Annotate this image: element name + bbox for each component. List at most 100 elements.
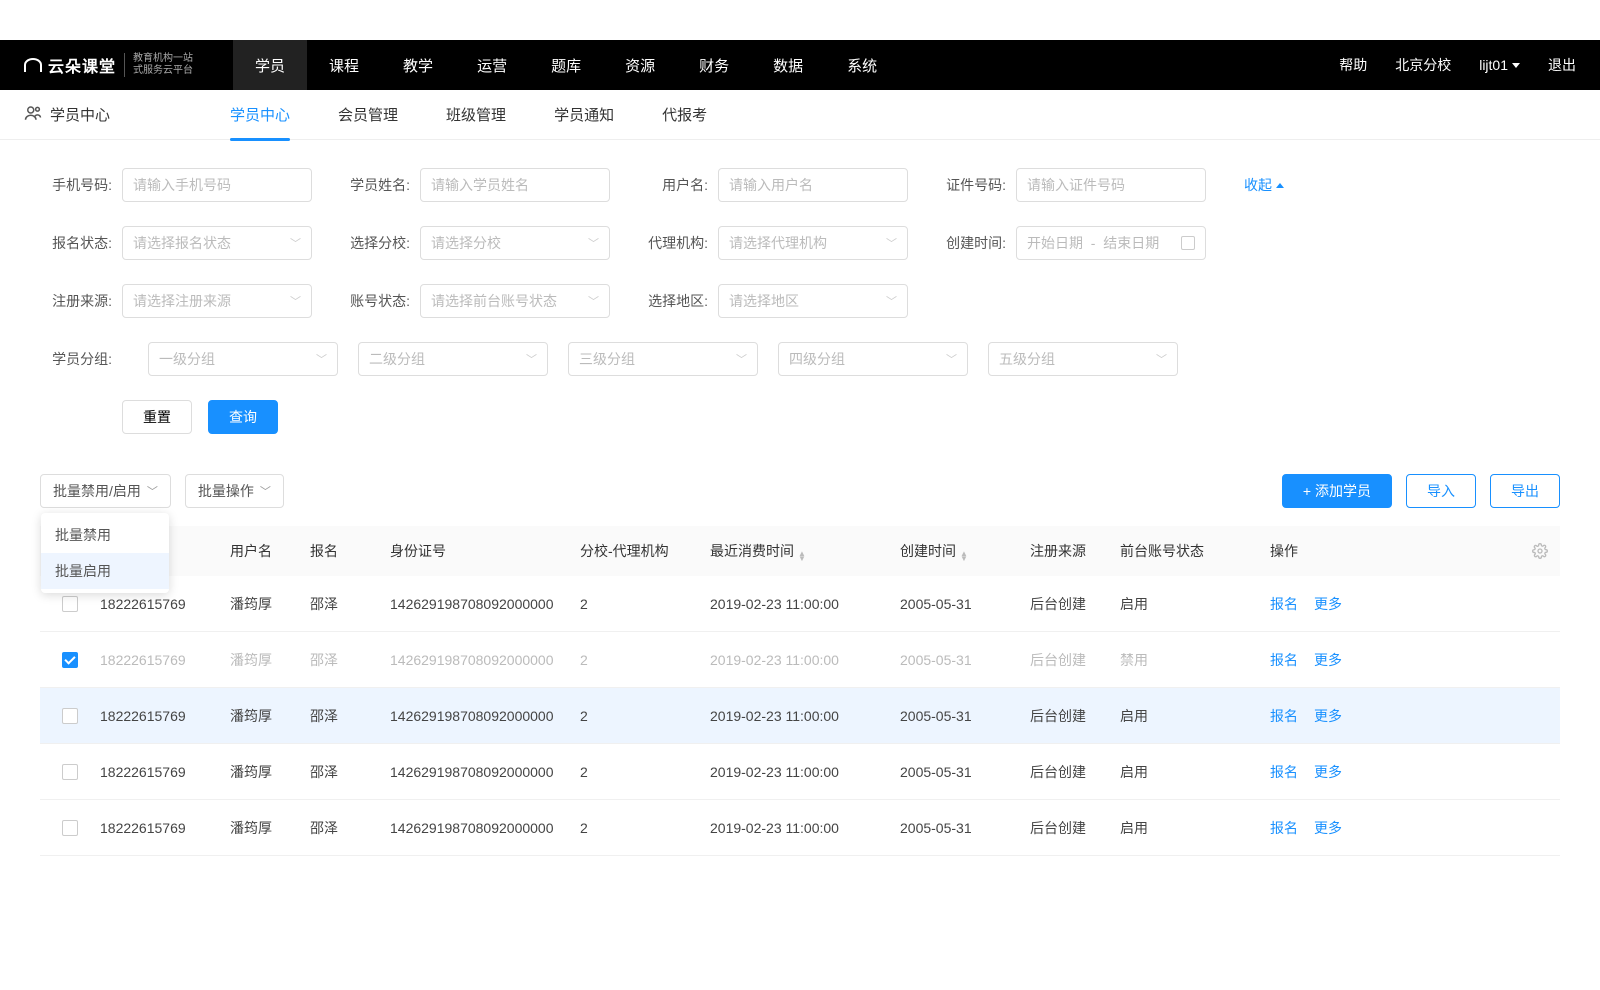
- region-label: 选择地区:: [636, 291, 708, 311]
- cell-source: 后台创建: [1030, 818, 1120, 838]
- cell-reg: 邵泽: [310, 762, 390, 782]
- add-student-button[interactable]: + 添加学员: [1282, 474, 1392, 508]
- sort-icon: ▲▼: [960, 551, 968, 561]
- topnav-item-3[interactable]: 运营: [455, 40, 529, 90]
- table-row[interactable]: 18222615769潘筠厚邵泽142629198708092000000220…: [40, 800, 1560, 856]
- chevron-down-icon: ﹀: [526, 351, 537, 367]
- cell-created: 2005-05-31: [900, 596, 1030, 612]
- cell-phone: 18222615769: [100, 708, 230, 724]
- caret-down-icon: [1512, 63, 1520, 68]
- chevron-down-icon: ﹀: [290, 235, 301, 251]
- username-label: 用户名:: [636, 175, 708, 195]
- row-more-link[interactable]: 更多: [1314, 596, 1342, 612]
- row-checkbox[interactable]: [62, 596, 78, 612]
- cell-phone: 18222615769: [100, 596, 230, 612]
- group-label: 学员分组:: [40, 349, 112, 369]
- topnav-item-0[interactable]: 学员: [233, 40, 307, 90]
- phone-label: 手机号码:: [40, 175, 112, 195]
- name-input[interactable]: [420, 168, 610, 202]
- topnav-item-2[interactable]: 教学: [381, 40, 455, 90]
- cell-reg: 邵泽: [310, 818, 390, 838]
- table-row[interactable]: 18222615769潘筠厚邵泽142629198708092000000220…: [40, 688, 1560, 744]
- branch-label[interactable]: 北京分校: [1395, 55, 1451, 75]
- search-button[interactable]: 查询: [208, 400, 278, 434]
- cell-user: 潘筠厚: [230, 818, 310, 838]
- group-select-1[interactable]: 一级分组﹀: [148, 342, 338, 376]
- subnav-tab-0[interactable]: 学员中心: [230, 92, 290, 137]
- row-more-link[interactable]: 更多: [1314, 708, 1342, 724]
- col-last[interactable]: 最近消费时间▲▼: [710, 541, 900, 561]
- export-button[interactable]: 导出: [1490, 474, 1560, 508]
- group-selects: 一级分组﹀ 二级分组﹀ 三级分组﹀ 四级分组﹀ 五级分组﹀: [148, 342, 1178, 376]
- topnav-item-4[interactable]: 题库: [529, 40, 603, 90]
- regsrc-select[interactable]: 请选择注册来源﹀: [122, 284, 312, 318]
- topnav-item-6[interactable]: 财务: [677, 40, 751, 90]
- cell-phone: 18222615769: [100, 764, 230, 780]
- reset-button[interactable]: 重置: [122, 400, 192, 434]
- col-created[interactable]: 创建时间▲▼: [900, 541, 1030, 561]
- row-reg-link[interactable]: 报名: [1270, 764, 1298, 780]
- region-select[interactable]: 请选择地区﹀: [718, 284, 908, 318]
- group-select-5[interactable]: 五级分组﹀: [988, 342, 1178, 376]
- table-row[interactable]: 18222615769潘筠厚邵泽142629198708092000000220…: [40, 744, 1560, 800]
- cell-id: 142629198708092000000: [390, 596, 580, 612]
- row-checkbox[interactable]: [62, 652, 78, 668]
- cell-last: 2019-02-23 11:00:00: [710, 652, 900, 668]
- user-menu[interactable]: lijt01: [1479, 57, 1520, 73]
- subnav-tab-3[interactable]: 学员通知: [554, 92, 614, 137]
- col-user: 用户名: [230, 541, 310, 561]
- branch-select[interactable]: 请选择分校﹀: [420, 226, 610, 260]
- col-branch: 分校-代理机构: [580, 541, 710, 561]
- cell-last: 2019-02-23 11:00:00: [710, 820, 900, 836]
- row-reg-link[interactable]: 报名: [1270, 652, 1298, 668]
- table-row[interactable]: 18222615769潘筠厚邵泽142629198708092000000220…: [40, 632, 1560, 688]
- table-row[interactable]: 18222615769潘筠厚邵泽142629198708092000000220…: [40, 576, 1560, 632]
- regstatus-select[interactable]: 请选择报名状态﹀: [122, 226, 312, 260]
- help-link[interactable]: 帮助: [1339, 55, 1367, 75]
- collapse-toggle[interactable]: 收起: [1244, 175, 1284, 195]
- subnav-tab-4[interactable]: 代报考: [662, 92, 707, 137]
- topnav-item-1[interactable]: 课程: [307, 40, 381, 90]
- row-checkbox[interactable]: [62, 708, 78, 724]
- row-more-link[interactable]: 更多: [1314, 652, 1342, 668]
- calendar-icon: [1181, 236, 1195, 250]
- topnav-item-8[interactable]: 系统: [825, 40, 899, 90]
- subnav-tab-1[interactable]: 会员管理: [338, 92, 398, 137]
- cell-branch: 2: [580, 708, 710, 724]
- bulk-disable-item[interactable]: 批量禁用: [41, 517, 169, 553]
- cell-last: 2019-02-23 11:00:00: [710, 708, 900, 724]
- chevron-down-icon: ﹀: [886, 235, 897, 251]
- group-select-2[interactable]: 二级分组﹀: [358, 342, 548, 376]
- subnav-tab-2[interactable]: 班级管理: [446, 92, 506, 137]
- chevron-down-icon: ﹀: [946, 351, 957, 367]
- idno-input[interactable]: [1016, 168, 1206, 202]
- bulk-enable-item[interactable]: 批量启用: [41, 553, 169, 589]
- row-checkbox[interactable]: [62, 764, 78, 780]
- import-button[interactable]: 导入: [1406, 474, 1476, 508]
- agency-select[interactable]: 请选择代理机构﹀: [718, 226, 908, 260]
- row-reg-link[interactable]: 报名: [1270, 708, 1298, 724]
- row-reg-link[interactable]: 报名: [1270, 820, 1298, 836]
- group-select-4[interactable]: 四级分组﹀: [778, 342, 968, 376]
- row-reg-link[interactable]: 报名: [1270, 596, 1298, 612]
- cell-ops: 报名更多: [1250, 818, 1520, 838]
- col-ops: 操作: [1250, 541, 1520, 561]
- topnav-item-7[interactable]: 数据: [751, 40, 825, 90]
- row-checkbox[interactable]: [62, 820, 78, 836]
- topnav-item-5[interactable]: 资源: [603, 40, 677, 90]
- bulk-toggle-dropdown[interactable]: 批量禁用/启用 ﹀ 批量禁用 批量启用: [40, 474, 171, 508]
- group-select-3[interactable]: 三级分组﹀: [568, 342, 758, 376]
- gear-icon[interactable]: [1520, 543, 1560, 559]
- row-more-link[interactable]: 更多: [1314, 820, 1342, 836]
- bulk-ops-dropdown[interactable]: 批量操作 ﹀: [185, 474, 284, 508]
- cell-created: 2005-05-31: [900, 708, 1030, 724]
- username-input[interactable]: [718, 168, 908, 202]
- cell-reg: 邵泽: [310, 650, 390, 670]
- logout-link[interactable]: 退出: [1548, 55, 1576, 75]
- acctstatus-select[interactable]: 请选择前台账号状态﹀: [420, 284, 610, 318]
- row-more-link[interactable]: 更多: [1314, 764, 1342, 780]
- cell-branch: 2: [580, 820, 710, 836]
- cell-ops: 报名更多: [1250, 762, 1520, 782]
- phone-input[interactable]: [122, 168, 312, 202]
- created-date-range[interactable]: 开始日期 - 结束日期: [1016, 226, 1206, 260]
